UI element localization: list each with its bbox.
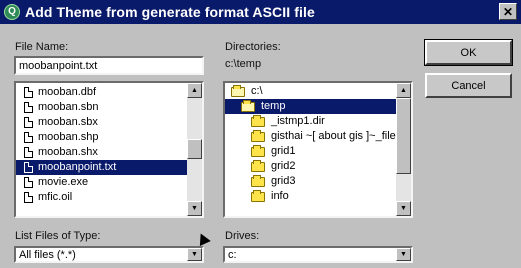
directory-list-item[interactable]: _istmp1.dir — [225, 114, 396, 129]
file-list-item[interactable]: mooban.shx — [16, 145, 187, 160]
file-name-label: File Name: — [15, 41, 69, 53]
open-folder-icon — [231, 85, 245, 97]
directory-list-item-label: grid1 — [271, 145, 296, 157]
close-button[interactable]: ✕ — [499, 3, 517, 20]
globe-icon: Q — [4, 4, 20, 20]
file-type-value: All files (*.*) — [19, 249, 76, 261]
folder-icon — [251, 130, 265, 142]
directory-list[interactable]: c:\ temp _istmp1.dirgisthai ~[ about gis ]… — [223, 81, 413, 218]
file-list[interactable]: mooban.dbf mooban.sbn mooban.sbx mooban.shp… — [14, 81, 204, 218]
file-icon — [24, 147, 33, 158]
drives-select[interactable]: c: ▼ — [223, 246, 413, 263]
directory-list-item[interactable]: info — [225, 189, 396, 204]
window-title: Add Theme from generate format ASCII fil… — [25, 4, 315, 20]
scroll-thumb[interactable] — [187, 139, 202, 159]
scroll-down-arrow-icon[interactable]: ▼ — [187, 201, 202, 216]
chevron-down-icon[interactable]: ▼ — [396, 248, 411, 261]
open-folder-icon — [241, 100, 255, 112]
file-icon — [24, 87, 33, 98]
file-list-item-label: movie.exe — [38, 176, 89, 188]
file-list-item[interactable]: mooban.shp — [16, 130, 187, 145]
file-type-select[interactable]: All files (*.*) ▼ — [14, 246, 204, 263]
file-list-item[interactable]: mooban.sbx — [16, 115, 187, 130]
file-list-item[interactable]: mooban.dbf — [16, 85, 187, 100]
folder-icon — [251, 175, 265, 187]
cancel-button[interactable]: Cancel — [425, 73, 512, 98]
folder-icon — [251, 145, 265, 157]
scroll-up-arrow-icon[interactable]: ▲ — [187, 83, 202, 98]
file-icon — [24, 192, 33, 203]
directory-list-item-label: grid2 — [271, 160, 296, 172]
file-list-item-label: mooban.shx — [38, 146, 98, 158]
file-list-item[interactable]: moobanpoint.txt — [16, 160, 187, 175]
file-list-item-label: mooban.sbx — [38, 116, 98, 128]
file-icon — [24, 162, 33, 173]
file-list-item-label: moobanpoint.txt — [38, 161, 117, 173]
directory-list-item-label: grid3 — [271, 175, 296, 187]
folder-icon — [251, 190, 265, 202]
file-icon — [24, 102, 33, 113]
directory-list-item-label: c:\ — [251, 85, 263, 97]
close-icon: ✕ — [502, 4, 514, 19]
folder-icon — [251, 115, 265, 127]
file-list-item[interactable]: mooban.sbn — [16, 100, 187, 115]
file-icon — [24, 117, 33, 128]
file-list-item[interactable]: movie.exe — [16, 175, 187, 190]
chevron-down-icon[interactable]: ▼ — [187, 248, 202, 261]
drives-label: Drives: — [225, 230, 260, 242]
scroll-thumb[interactable] — [396, 98, 411, 174]
file-name-input[interactable]: moobanpoint.txt — [14, 56, 204, 75]
directory-list-item-label: gisthai ~[ about gis ]~_file — [271, 130, 396, 142]
file-list-item-label: mooban.dbf — [38, 86, 97, 98]
directory-list-scrollbar[interactable]: ▲ ▼ — [396, 83, 411, 216]
folder-icon — [251, 160, 265, 172]
file-icon — [24, 132, 33, 143]
file-list-item-label: mooban.shp — [38, 131, 99, 143]
directory-list-item-label: temp — [261, 100, 286, 112]
file-list-scrollbar[interactable]: ▲ ▼ — [187, 83, 202, 216]
directory-list-item[interactable]: grid2 — [225, 159, 396, 174]
directory-list-item-label: _istmp1.dir — [271, 115, 325, 127]
current-directory-path: c:\temp — [225, 58, 262, 70]
ok-button[interactable]: OK — [424, 39, 513, 66]
file-list-item-label: mfic.oil — [38, 191, 73, 203]
file-icon — [24, 177, 33, 188]
directory-list-item-label: info — [271, 190, 289, 202]
directory-list-item[interactable]: grid1 — [225, 144, 396, 159]
directory-list-item[interactable]: c:\ — [225, 84, 396, 99]
directory-list-item[interactable]: gisthai ~[ about gis ]~_file — [225, 129, 396, 144]
directory-list-item[interactable]: temp — [225, 99, 396, 114]
title-bar: Q Add Theme from generate format ASCII f… — [0, 0, 521, 24]
scroll-down-arrow-icon[interactable]: ▼ — [396, 201, 411, 216]
file-list-item[interactable]: mfic.oil — [16, 190, 187, 205]
mouse-pointer-icon — [195, 230, 211, 247]
directory-list-item[interactable]: grid3 — [225, 174, 396, 189]
scroll-up-arrow-icon[interactable]: ▲ — [396, 83, 411, 98]
file-type-label: List Files of Type: — [15, 230, 101, 242]
directories-label: Directories: — [225, 41, 281, 53]
drives-value: c: — [228, 249, 237, 261]
file-list-item-label: mooban.sbn — [38, 101, 99, 113]
